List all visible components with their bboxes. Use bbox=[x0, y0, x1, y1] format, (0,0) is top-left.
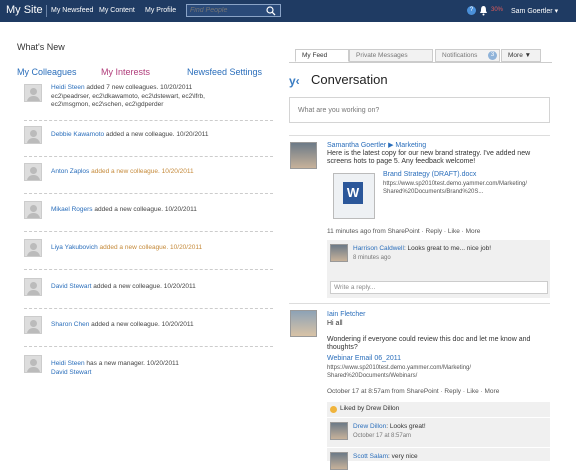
whats-new-heading: What's New bbox=[17, 42, 65, 52]
reply-author[interactable]: Scott Salam bbox=[353, 453, 388, 460]
list-item: Mikael Rogers added a new colleague. 10/… bbox=[24, 201, 273, 232]
activity-text: added a new colleague. 10/20/2011 bbox=[104, 131, 209, 138]
divider bbox=[327, 417, 550, 418]
activity-text: added a new colleague. 10/20/2011 bbox=[89, 321, 194, 328]
activity-text: added a new colleague. 10/20/2011 bbox=[92, 206, 197, 213]
tab-my-interests[interactable]: My Interests bbox=[101, 67, 150, 77]
document-thumbnail[interactable] bbox=[333, 173, 375, 219]
reply-time: October 17 at 8:57am bbox=[353, 433, 412, 439]
list-item: Sharon Chen added a new colleague. 10/20… bbox=[24, 316, 273, 347]
divider bbox=[46, 5, 47, 17]
author-link[interactable]: Anton Zaplos bbox=[51, 168, 89, 175]
activity-text: added 7 new colleagues. 10/20/2011 bbox=[84, 84, 193, 91]
tab-my-colleagues[interactable]: My Colleagues bbox=[17, 67, 77, 77]
tab-more[interactable]: More ▼ bbox=[501, 49, 541, 62]
avatar bbox=[24, 278, 42, 296]
avatar[interactable] bbox=[330, 422, 348, 440]
manager-link[interactable]: David Stewart bbox=[51, 369, 91, 377]
activity-detail: ec2\msgmon, ec2\schen, ec2\gdperder bbox=[51, 101, 164, 108]
nav-my-content[interactable]: My Content bbox=[99, 7, 135, 14]
activity-text: added a new colleague. 10/20/2011 bbox=[91, 283, 196, 290]
divider bbox=[289, 303, 550, 304]
notification-count[interactable]: 30% bbox=[491, 7, 503, 13]
post-text: Hi all bbox=[327, 320, 343, 327]
reply-text: : Looks great! bbox=[386, 423, 426, 430]
author-link[interactable]: Sharon Chen bbox=[51, 321, 89, 328]
reply-text: : Looks great to me... nice job! bbox=[403, 245, 492, 252]
activity-text: added a new colleague. 10/20/2011 bbox=[97, 244, 203, 251]
post-meta-actions[interactable]: October 17 at 8:57am from SharePoint · R… bbox=[327, 388, 499, 397]
post-text: thoughts? bbox=[327, 344, 358, 351]
bell-icon[interactable] bbox=[479, 5, 488, 16]
reply-time: 8 minutes ago bbox=[353, 255, 391, 261]
nav-my-newsfeed[interactable]: My Newsfeed bbox=[51, 7, 93, 14]
divider bbox=[289, 135, 550, 136]
tab-newsfeed-settings[interactable]: Newsfeed Settings bbox=[187, 67, 262, 77]
reply-author[interactable]: Harrison Caldwell bbox=[353, 245, 404, 252]
avatar[interactable] bbox=[290, 310, 317, 337]
top-navigation-bar: My Site My Newsfeed My Content My Profil… bbox=[0, 0, 576, 22]
list-item: David Stewart added a new colleague. 10/… bbox=[24, 278, 273, 309]
author-link[interactable]: Mikael Rogers bbox=[51, 206, 93, 213]
doc-title-link[interactable]: Brand Strategy (DRAFT).docx bbox=[383, 171, 476, 180]
avatar[interactable] bbox=[330, 452, 348, 470]
liked-by: Liked by Drew Dillon bbox=[340, 405, 400, 412]
avatar bbox=[24, 316, 42, 334]
post-author[interactable]: Iain Fletcher bbox=[327, 311, 366, 320]
list-item: Heidi Steen added 7 new colleagues. 10/2… bbox=[24, 84, 273, 121]
doc-url: Shared%20Documents/Brand%20S... bbox=[383, 189, 484, 195]
reply-thread: Liked by Drew Dillon Drew Dillon: Looks … bbox=[327, 402, 550, 470]
conversation-title: Conversation bbox=[311, 72, 388, 87]
search-icon[interactable] bbox=[266, 6, 276, 16]
help-icon[interactable]: ? bbox=[467, 6, 476, 15]
author-link[interactable]: Heidi Steen bbox=[51, 84, 85, 91]
tab-underline bbox=[289, 62, 552, 63]
avatar bbox=[24, 239, 42, 257]
like-icon bbox=[330, 406, 337, 413]
avatar bbox=[24, 84, 42, 102]
doc-url: Shared%20Documents/Webinars/ bbox=[327, 373, 418, 379]
author-link[interactable]: Heidi Steen bbox=[51, 360, 85, 367]
user-menu[interactable]: Sam Goertler ▾ bbox=[511, 7, 558, 15]
compose-input[interactable]: What are you working on? bbox=[289, 97, 550, 123]
post-meta-actions[interactable]: 11 minutes ago from SharePoint · Reply ·… bbox=[327, 228, 480, 237]
reply-author[interactable]: Drew Dillon bbox=[353, 423, 386, 430]
post-text: screens hots to page 5. Any feedback wel… bbox=[327, 158, 476, 165]
author-link[interactable]: Debbie Kawamoto bbox=[51, 131, 104, 138]
tab-my-feed[interactable]: My Feed bbox=[295, 49, 349, 62]
activity-detail: ec2\peadrser, ec2\dkawamoto, ec2\dstewar… bbox=[51, 93, 205, 100]
list-item: Anton Zaplos added a new colleague. 10/2… bbox=[24, 163, 273, 194]
site-title[interactable]: My Site bbox=[6, 4, 43, 16]
activity-text: added a new colleague. 10/20/2011 bbox=[89, 168, 194, 175]
avatar bbox=[24, 201, 42, 219]
activity-text: has a new manager. 10/20/2011 bbox=[84, 360, 179, 367]
reply-input[interactable]: Write a reply... bbox=[330, 281, 548, 294]
avatar bbox=[24, 126, 42, 144]
yammer-logo: y‹ bbox=[289, 74, 300, 88]
avatar[interactable] bbox=[290, 142, 317, 169]
reply-text: : very nice bbox=[388, 453, 418, 460]
doc-title-link[interactable]: Webinar Email 06_2011 bbox=[327, 355, 401, 364]
author-link[interactable]: Liya Yakubovich bbox=[51, 244, 98, 251]
list-item: Liya Yakubovich added a new colleague. 1… bbox=[24, 239, 273, 270]
list-item: Debbie Kawamoto added a new colleague. 1… bbox=[24, 126, 273, 157]
avatar bbox=[24, 163, 42, 181]
avatar bbox=[24, 355, 42, 373]
nav-my-profile[interactable]: My Profile bbox=[145, 7, 176, 14]
divider bbox=[327, 447, 550, 448]
reply-thread: Harrison Caldwell: Looks great to me... … bbox=[327, 240, 550, 293]
author-link[interactable]: David Stewart bbox=[51, 283, 91, 290]
tab-private-messages[interactable]: Private Messages bbox=[349, 49, 433, 62]
notifications-badge: 3 bbox=[488, 51, 497, 60]
list-item: Heidi Steen has a new manager. 10/20/201… bbox=[24, 355, 273, 385]
avatar[interactable] bbox=[330, 244, 348, 262]
